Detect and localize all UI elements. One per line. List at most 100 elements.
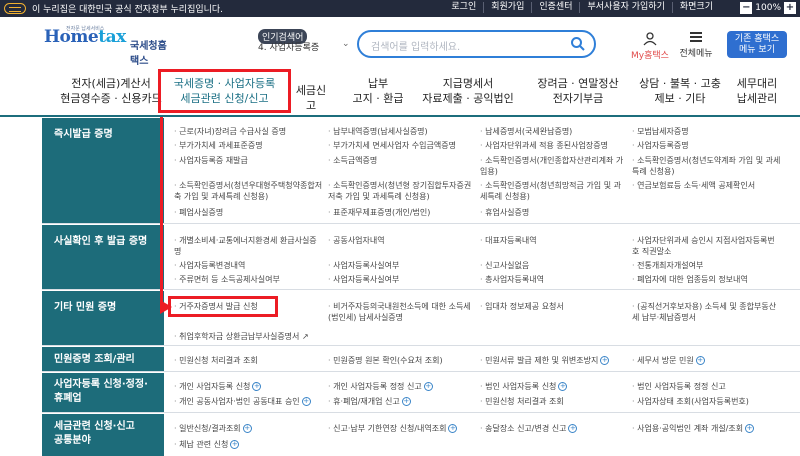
menu-item[interactable]: 부가가치세 면세사업자 수입금액증명 xyxy=(328,140,456,151)
menu-item[interactable]: 휴업사실증명 xyxy=(480,207,529,218)
nav-tax-agent[interactable]: 세무대리 납세관리 xyxy=(732,76,782,106)
section-title: 즉시발급 증명 xyxy=(42,118,164,223)
menu-item[interactable]: 부가가치세 과세표준증명 xyxy=(174,140,263,151)
highlight-box-residence-certificate xyxy=(168,296,278,317)
section-title: 기타 민원 증명 xyxy=(42,291,164,345)
plus-icon[interactable]: + xyxy=(401,397,411,406)
menu-item[interactable]: 납부내역증명(납세사실증명) xyxy=(328,126,428,137)
menu-item[interactable]: 사업자등록사실여부 xyxy=(328,274,399,285)
old-view-line2: 메뉴 보기 xyxy=(739,45,775,55)
menu-item[interactable]: 사업용·공익법인 계좌 개설/조회+ xyxy=(632,423,755,434)
menu-item[interactable]: 사업자단위과세 승인시 지점사업자등록번호 직권말소 xyxy=(632,235,782,257)
menu-item[interactable]: 연금보험료등 소득·세액 공제확인서 xyxy=(632,180,782,191)
popular-keyword[interactable]: 4. 사업자등록증 ⌄ xyxy=(258,39,350,53)
menu-item[interactable]: 납세증명서(국세완납증명) xyxy=(480,126,572,137)
nav-incentive[interactable]: 장려금 · 연말정산 전자기부금 xyxy=(530,76,626,106)
search-icon[interactable] xyxy=(570,36,586,52)
utility-links: 로그인 회원가입 인증센터 부서사용자 가입하기 화면크기 xyxy=(444,2,720,13)
menu-item[interactable]: 사업자등록증명 xyxy=(632,140,689,151)
menu-item[interactable]: 민원신청 처리결과 조회 xyxy=(480,396,564,407)
menu-item[interactable]: 모범납세자증명 xyxy=(632,126,689,137)
menu-item[interactable]: 사업자등록증 재발급 xyxy=(174,155,248,166)
menu-item[interactable]: 사업자상태 조회(사업자등록번호) xyxy=(632,396,749,407)
my-hometax-button[interactable]: My홈택스 xyxy=(628,32,672,61)
plus-icon[interactable]: + xyxy=(695,356,705,365)
menu-item[interactable]: 소득확인증명서(개인종합자산관리계좌 가입용) xyxy=(480,155,625,177)
nav-payment[interactable]: 납부 고지 · 환급 xyxy=(348,76,408,106)
menu-item[interactable]: 휴·폐업/재개업 신고+ xyxy=(328,396,411,407)
login-link[interactable]: 로그인 xyxy=(444,2,483,13)
menu-item[interactable]: 신고사실없음 xyxy=(480,260,529,271)
menu-item[interactable]: 폐업사실증명 xyxy=(174,207,223,218)
menu-item[interactable]: 개별소비세·교통에너지환경세 환급사실증명 xyxy=(174,235,319,257)
menu-item[interactable]: 개인 공동사업자·법인 공동대표 승인+ xyxy=(174,396,311,407)
menu-item[interactable]: 소득확인증명서(청년도약계좌 가입 및 과세특례 신청용) xyxy=(632,155,782,177)
chevron-down-icon[interactable]: ⌄ xyxy=(342,39,350,49)
annotation-arrow-head xyxy=(160,300,172,314)
nav-e-invoice[interactable]: 전자(세금)계산서 현금영수증 · 신용카드 xyxy=(56,76,166,106)
menu-item[interactable]: 공동사업자내역 xyxy=(328,235,385,246)
menu-item[interactable]: 주류면허 등 소득공제사실여부 xyxy=(174,274,280,285)
plus-icon[interactable]: + xyxy=(558,382,568,391)
plus-icon[interactable]: + xyxy=(448,424,458,433)
menu-item[interactable]: 사업자단위과세 적용 종된사업장증명 xyxy=(480,140,608,151)
plus-icon[interactable]: + xyxy=(600,356,610,365)
menu-item[interactable]: 폐업자에 대한 업종등의 정보내역 xyxy=(632,274,748,285)
signup-link[interactable]: 회원가입 xyxy=(483,2,531,13)
menu-item[interactable]: 근로(자녀)장려금 수급사실 증명 xyxy=(174,126,286,137)
menu-item[interactable]: 비거주자등의국내원천소득에 대한 소득세(법인세) 납세사실증명 xyxy=(328,301,476,323)
dept-user-signup-link[interactable]: 부서사용자 가입하기 xyxy=(579,2,671,13)
menu-item[interactable]: 전통개최자개설여부 xyxy=(632,260,703,271)
plus-icon[interactable]: + xyxy=(568,424,578,433)
nav-payment-statement[interactable]: 지급명세서 자료제출 · 공익법인 xyxy=(418,76,518,106)
menu-item[interactable]: 표준재무제표증명(개인/법인) xyxy=(328,207,430,218)
nav-tax-return[interactable]: 세금신고 xyxy=(291,83,331,113)
popular-keyword-text: 4. 사업자등록증 xyxy=(258,43,320,53)
nav-tax-certificate[interactable]: 국세증명 · 사업자등록 세금관련 신청/신고 xyxy=(158,69,291,113)
menu-item[interactable]: 민원신청 처리결과 조회 xyxy=(174,355,258,366)
menu-item[interactable]: 민원증명 원본 확인(수요처 조회) xyxy=(328,355,443,366)
menu-item[interactable]: 소득확인증명서(청년우대형주택청약종합저축 가입 및 과세특례 신청용) xyxy=(174,180,324,202)
menu-item[interactable]: 소득확인증명서(청년형 장기집합투자증권저축 가입 및 과세특례 신청용) xyxy=(328,180,476,202)
menu-item[interactable]: 임대차 정보제공 요청서 xyxy=(480,301,564,312)
menu-item[interactable]: 취업후학자금 상환금납부사실증명서 ↗ xyxy=(174,331,309,342)
menu-item[interactable]: 민원서류 발급 제한 및 위변조방지+ xyxy=(480,355,610,366)
cert-center-link[interactable]: 인증센터 xyxy=(531,2,579,13)
menu-item[interactable]: 세무서 방문 민원+ xyxy=(632,355,705,366)
menu-item[interactable]: 법인 사업자등록 정정 신고 xyxy=(632,381,726,392)
menu-item[interactable]: 신고·납부 기한연장 신청/내역조회+ xyxy=(328,423,458,434)
menu-item[interactable]: 일반신청/결과조회+ xyxy=(174,423,252,434)
menu-item[interactable]: 사업자등록변경내역 xyxy=(174,260,245,271)
plus-icon[interactable]: + xyxy=(301,397,311,406)
menu-item[interactable]: 소득확인증명서(청년희망적금 가입 및 과세특례 신청용) xyxy=(480,180,628,202)
logo-wordmark: Hometax xyxy=(44,27,126,47)
my-hometax-label: My홈택스 xyxy=(631,51,669,61)
zoom-out-button[interactable]: − xyxy=(740,2,753,14)
search-input[interactable]: 검색어를 입력하세요. xyxy=(371,38,460,53)
menu-item[interactable]: 체납 관련 신청+ xyxy=(174,439,240,450)
menu-item[interactable]: 송달장소 신고/변경 신고+ xyxy=(480,423,578,434)
menu-item[interactable]: 사업자등록사실여부 xyxy=(328,260,399,271)
plus-icon[interactable]: + xyxy=(252,382,262,391)
menu-item[interactable]: 소득금액증명 xyxy=(328,155,377,166)
annotation-arrow-line xyxy=(160,117,163,307)
menu-item[interactable]: 총사업자등록내역 xyxy=(480,274,544,285)
old-menu-view-button[interactable]: 기존 홈택스 메뉴 보기 xyxy=(727,31,787,58)
zoom-value: 100% xyxy=(755,3,781,13)
section-verified-certificates: 사실확인 후 발급 증명 개별소비세·교통에너지환경세 환급사실증명 공동사업자… xyxy=(42,225,800,290)
old-view-line1: 기존 홈택스 xyxy=(734,34,780,44)
plus-icon[interactable]: + xyxy=(745,424,755,433)
nav-consultation[interactable]: 상담 · 불복 · 고충 제보 · 기타 xyxy=(636,76,724,106)
menu-item[interactable]: 법인 사업자등록 신청+ xyxy=(480,381,568,392)
plus-icon[interactable]: + xyxy=(230,440,240,449)
search-box[interactable]: 검색어를 입력하세요. xyxy=(357,30,596,58)
all-menu-button[interactable]: 전체메뉴 xyxy=(676,32,716,59)
plus-icon[interactable]: + xyxy=(242,424,252,433)
zoom-in-button[interactable]: + xyxy=(784,2,796,14)
menu-item[interactable]: 개인 사업자등록 정정 신고+ xyxy=(328,381,433,392)
menu-item[interactable]: (공직선거후보자용) 소득세 및 종합부동산세 납부·체납증명서 xyxy=(632,301,782,323)
menu-item[interactable]: 개인 사업자등록 신청+ xyxy=(174,381,262,392)
menu-item[interactable]: 대표자등록내역 xyxy=(480,235,537,246)
hometax-logo[interactable]: 전자문 납세서비스 Hometax 국세청홈택스 xyxy=(44,26,174,67)
plus-icon[interactable]: + xyxy=(423,382,433,391)
